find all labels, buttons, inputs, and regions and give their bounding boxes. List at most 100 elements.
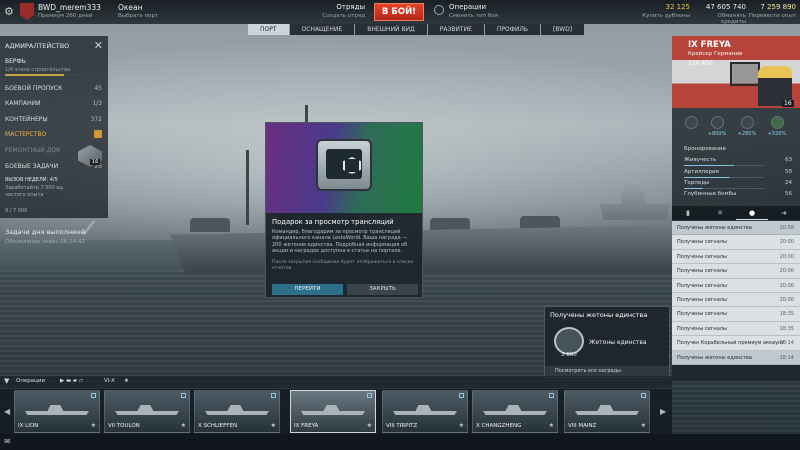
weekly-task-title[interactable]: ВЫЗОВ НЕДЕЛИ: 4/5: [5, 177, 58, 183]
ship-card[interactable]: VIII MAINZ ★: [564, 390, 650, 433]
notification-item[interactable]: Получены сигналы 20:00: [672, 278, 800, 293]
daily-refresh: Обновление через 08:24:42: [5, 239, 86, 245]
tv-icon: [316, 139, 372, 191]
dialog-banner: [266, 123, 422, 213]
mode-name[interactable]: Океан: [118, 3, 143, 12]
bonus-icon: [684, 116, 698, 129]
tab-equipment[interactable]: ОСНАЩЕНИЕ: [289, 24, 355, 35]
admiralty-title[interactable]: АДМИРАЛТЕЙСТВО: [5, 42, 69, 50]
card-status-icon: [91, 393, 96, 398]
ship-card[interactable]: X SCHLIEFFEN ★: [194, 390, 280, 433]
ship-card[interactable]: VII TOULON ★: [104, 390, 190, 433]
ship-silhouette: [25, 405, 89, 415]
unity-token-icon: [554, 327, 584, 355]
bonus-slot[interactable]: [680, 116, 702, 129]
favorite-star-icon[interactable]: ★: [124, 378, 129, 384]
menu-combat-tasks[interactable]: БОЕВЫЕ ЗАДАЧИ: [5, 163, 58, 170]
notification-item[interactable]: Получены сигналы 18:35: [672, 307, 800, 322]
ship-mast: [246, 150, 249, 225]
mode-sub: Выбрать порт: [118, 13, 159, 19]
ship-silhouette: [115, 405, 179, 415]
notification-item[interactable]: Получены сигналы 20:00: [672, 292, 800, 308]
notification-text: Получены сигналы: [677, 311, 727, 318]
notification-item[interactable]: Получены жетоны единства 18:14: [672, 350, 800, 365]
stat-depth-charges-value: 56: [785, 191, 792, 197]
filter-type-icons[interactable]: ▶ ▬ ▰ ▱: [60, 378, 83, 384]
card-status-icon: [181, 393, 186, 398]
checkmark-icon: ✓: [78, 214, 100, 244]
reward-popup[interactable]: Получены жетоны единства 3 600 Жетоны ед…: [544, 306, 670, 378]
notification-item[interactable]: Получены жетоны единства 20:58: [672, 221, 800, 236]
ship-name[interactable]: IX FREYA: [688, 40, 731, 50]
emblem-icon: [343, 157, 361, 174]
tab-clan[interactable]: [BWD]: [541, 24, 585, 35]
close-button[interactable]: ЗАКРЫТЬ: [347, 284, 418, 295]
weekly-task-progress: 9 / 7 000: [5, 208, 28, 214]
menu-campaigns[interactable]: КАМПАНИИ: [5, 100, 41, 107]
battle-button[interactable]: В БОЙ!: [374, 3, 424, 21]
log-tab-icon[interactable]: ➜: [768, 206, 800, 220]
notification-text: Получен Корабельный премиум аккаунт: [677, 340, 785, 347]
ship-class: Крейсер Германии: [688, 51, 743, 57]
card-status-icon: [641, 393, 646, 398]
freexp-count[interactable]: 7 259 890: [748, 3, 796, 11]
player-name[interactable]: BWD_merem333: [38, 3, 101, 12]
clan-emblem[interactable]: [20, 3, 34, 20]
squad-button[interactable]: Отряды: [305, 3, 365, 11]
containers-value: 372: [90, 116, 102, 123]
bonus-slot[interactable]: +285%: [736, 116, 758, 137]
card-star-icon: ★: [548, 422, 554, 429]
tab-port[interactable]: ПОРТ: [248, 24, 289, 35]
stat-depth-charges[interactable]: Глубинные бомбы: [684, 191, 736, 197]
menu-mastery[interactable]: МАСТЕРСТВО: [5, 131, 46, 138]
bonus-slot[interactable]: +800%: [706, 116, 728, 137]
chat-icon[interactable]: ✉: [4, 437, 11, 446]
stat-armor[interactable]: Бронирование: [684, 146, 726, 152]
ship-card[interactable]: VIII TIRPITZ ★: [382, 390, 468, 433]
stat-artillery[interactable]: Артиллерия: [684, 169, 719, 175]
notifications-tab-icon[interactable]: ●: [736, 206, 768, 220]
notification-time: 20:58: [779, 225, 794, 231]
notification-item[interactable]: Получен Корабельный премиум аккаунт 18:14: [672, 336, 800, 351]
go-button[interactable]: ПЕРЕЙТИ: [272, 284, 343, 295]
ship-filter-bar: ▼ Операции ▶ ▬ ▰ ▱ VI-X ★: [0, 376, 672, 388]
tab-profile[interactable]: ПРОФИЛЬ: [484, 24, 541, 35]
gear-icon[interactable]: ⚙: [4, 5, 14, 18]
notification-item[interactable]: Получены сигналы 18:35: [672, 321, 800, 337]
ship-card[interactable]: IX FREYA ★: [290, 390, 376, 433]
carousel-left-icon[interactable]: ◀: [4, 407, 10, 416]
ship-card[interactable]: X CHANGZHENG ★: [472, 390, 558, 433]
filter-icon[interactable]: ▼: [4, 377, 9, 385]
tab-appearance[interactable]: ВНЕШНИЙ ВИД: [355, 24, 427, 35]
stats-tab-icon[interactable]: ▮: [672, 206, 704, 220]
notification-item[interactable]: Получены сигналы 20:00: [672, 235, 800, 250]
ship-card[interactable]: IX LION ★: [14, 390, 100, 433]
notification-item[interactable]: Получены сигналы 20:00: [672, 264, 800, 279]
shipyard-title[interactable]: ВЕРФЬ: [5, 58, 26, 65]
notification-text: Получены сигналы: [677, 325, 727, 332]
ship-carousel: ◀ IX LION ★ VII TOULON ★ X SCHLIEFFEN ★ IX …: [0, 389, 672, 434]
menu-battle-pass[interactable]: БОЕВОЙ ПРОПУСК: [5, 85, 62, 92]
tab-research[interactable]: РАЗВИТИЕ: [427, 24, 484, 35]
filter-tier[interactable]: VI-X: [104, 378, 115, 384]
menu-repair-dock[interactable]: РЕМОНТНЫЙ ДОК: [5, 147, 60, 154]
stat-torpedoes[interactable]: Торпеды: [684, 180, 709, 186]
wrench-icon[interactable]: ✕: [94, 39, 103, 52]
ship-silhouette: [301, 405, 365, 415]
notification-text: Получены жетоны единства: [677, 354, 752, 361]
notification-item[interactable]: Получены сигналы 20:00: [672, 249, 800, 265]
doubloons-count[interactable]: 32 125: [640, 3, 691, 11]
menu-containers[interactable]: КОНТЕЙНЕРЫ: [5, 116, 48, 123]
notification-text: Получены сигналы: [677, 268, 727, 275]
filter-mode[interactable]: Операции: [16, 378, 45, 384]
credits-count[interactable]: 47 605 740: [694, 3, 746, 11]
battle-tab-icon[interactable]: ✕: [704, 206, 736, 220]
ship-card-name: IX FREYA: [294, 423, 319, 429]
battle-type[interactable]: Операции: [449, 3, 486, 11]
operations-icon[interactable]: [434, 5, 444, 15]
stat-hp[interactable]: Живучесть: [684, 157, 716, 163]
bonus-slot[interactable]: +520%: [766, 116, 788, 137]
card-star-icon: ★: [180, 422, 186, 429]
dialog-title: Подарок за просмотр трансляций: [272, 218, 394, 226]
carousel-right-icon[interactable]: ▶: [660, 407, 666, 416]
